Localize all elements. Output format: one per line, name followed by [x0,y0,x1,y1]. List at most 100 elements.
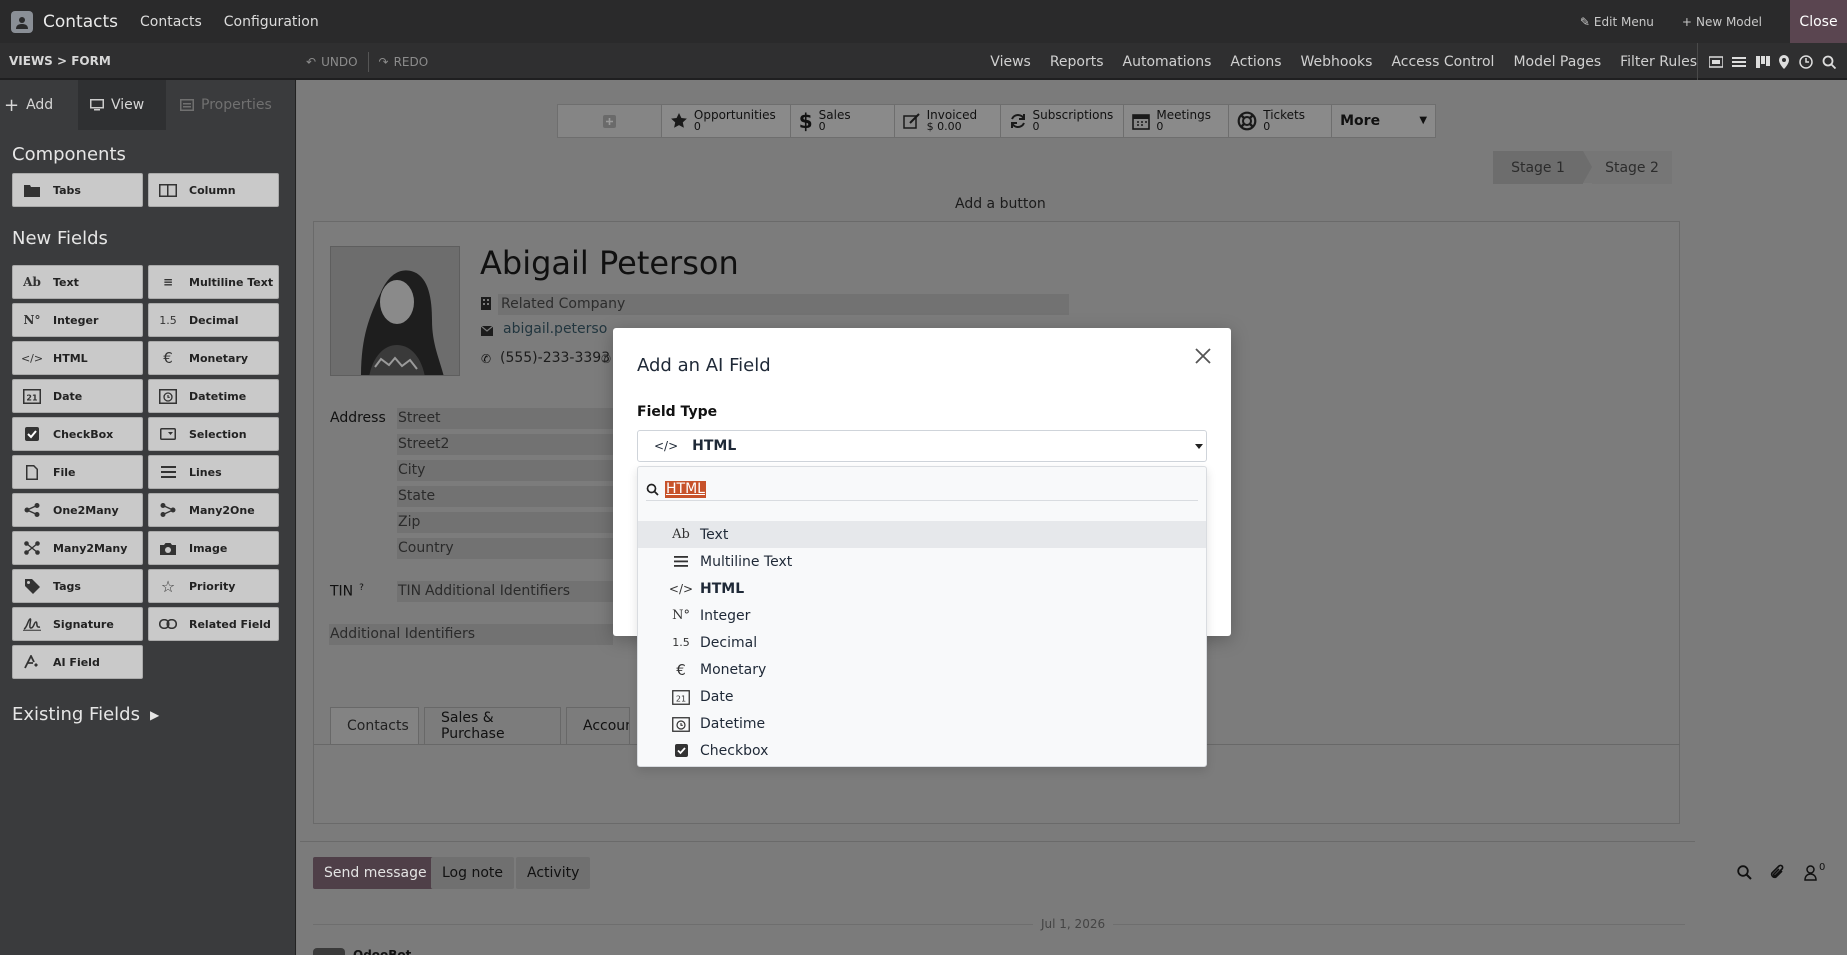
field-date[interactable]: 21 Date [12,379,143,413]
close-icon[interactable] [1193,346,1213,366]
kanban-view-icon[interactable] [1755,55,1770,68]
refresh-icon [1009,112,1027,130]
integer-icon: N° [23,313,41,327]
tab-automations[interactable]: Automations [1123,54,1212,70]
sidebar-tab-view[interactable]: View [78,80,166,130]
app-logo-icon[interactable] [11,10,33,33]
activity-view-icon[interactable] [1799,54,1813,69]
paperclip-icon[interactable] [1770,864,1785,881]
log-note-button[interactable]: Log note [431,857,514,889]
list-view-icon[interactable] [1732,56,1747,68]
field-selection[interactable]: Selection [148,417,279,451]
field-file[interactable]: File [12,455,143,489]
field-type-select[interactable]: </> HTML [637,430,1207,462]
component-tabs[interactable]: Tabs [12,173,143,207]
option-decimal[interactable]: 1.5 Decimal [638,629,1206,656]
redo-button[interactable]: REDO [394,55,429,69]
add-button-link[interactable]: Add a button [955,196,1046,212]
zip-field[interactable] [397,512,613,533]
menu-configuration[interactable]: Configuration [224,14,319,30]
option-date[interactable]: 21 Date [638,683,1206,710]
tab-contacts[interactable]: Contacts [330,707,419,744]
form-view-icon[interactable] [1708,55,1723,68]
stat-opportunities[interactable]: Opportunities 0 [662,105,791,137]
option-checkbox[interactable]: Checkbox [638,737,1206,764]
tab-access-control[interactable]: Access Control [1391,54,1494,70]
tin-label: TIN? [330,583,364,600]
field-html[interactable]: </> HTML [12,341,143,375]
stat-invoiced[interactable]: Invoiced $ 0.00 [895,105,1001,137]
component-column[interactable]: Column [148,173,279,207]
phone-icon: ✆ [481,352,492,366]
activity-button[interactable]: Activity [516,857,591,889]
field-multiline-text[interactable]: ≡ Multiline Text [148,265,279,299]
text-icon: Ab [672,527,690,542]
tab-model-pages[interactable]: Model Pages [1513,54,1601,70]
existing-fields-toggle[interactable]: Existing Fields ▶ [12,704,159,725]
address-label: Address [330,410,386,426]
field-one2many[interactable]: One2Many [12,493,143,527]
tab-webhooks[interactable]: Webhooks [1301,54,1373,70]
tab-sales-purchase[interactable]: Sales & Purchase [424,707,561,744]
tab-accounting[interactable]: Accounting [566,707,630,744]
send-message-button[interactable]: Send message [313,857,438,889]
tab-views[interactable]: Views [990,54,1031,70]
menu-contacts[interactable]: Contacts [140,14,202,30]
app-title[interactable]: Contacts [43,12,118,32]
caret-right-icon: ▶ [149,707,160,722]
close-studio-button[interactable]: Close [1790,0,1847,43]
field-decimal[interactable]: 1.5 Decimal [148,303,279,337]
tooltip-hint[interactable]: ? [359,583,364,593]
search-icon[interactable] [1737,865,1752,880]
field-datetime[interactable]: Datetime [148,379,279,413]
stat-sales[interactable]: $ Sales 0 [791,105,895,137]
breadcrumb[interactable]: VIEWS > FORM [9,54,111,68]
field-monetary[interactable]: € Monetary [148,341,279,375]
field-priority[interactable]: ☆ Priority [148,569,279,603]
field-image[interactable]: Image [148,531,279,565]
field-ai-field[interactable]: AI Field [12,645,143,679]
record-name[interactable]: Abigail Peterson [480,244,739,282]
option-multiline-text[interactable]: Multiline Text [638,548,1206,575]
add-stat-button[interactable] [558,105,662,137]
edit-menu-button[interactable]: ✎ Edit Menu [1580,15,1654,29]
tab-reports[interactable]: Reports [1050,54,1104,70]
map-view-icon[interactable] [1779,54,1790,69]
dollar-icon: $ [798,109,813,133]
avatar[interactable] [330,246,460,376]
new-model-button[interactable]: + New Model [1682,15,1762,29]
field-tags[interactable]: Tags [12,569,143,603]
email-field[interactable]: abigail.peterson39@example.com [503,321,608,341]
field-text[interactable]: Ab Text [12,265,143,299]
option-text[interactable]: Ab Text [638,521,1206,548]
field-many2many[interactable]: Many2Many [12,531,143,565]
tab-actions[interactable]: Actions [1230,54,1281,70]
option-datetime[interactable]: Datetime [638,710,1206,737]
phone-value[interactable]: (555)-233-3393 [500,350,610,366]
stat-meetings[interactable]: Meetings 0 [1124,105,1230,137]
field-signature[interactable]: Signature [12,607,143,641]
option-integer[interactable]: N° Integer [638,602,1206,629]
field-many2one[interactable]: Many2One [148,493,279,527]
followers-button[interactable]: 0 [1804,862,1825,881]
field-integer[interactable]: N° Integer [12,303,143,337]
stage-1[interactable]: Stage 1 [1493,151,1583,184]
dropdown-search-input[interactable]: HTML [646,479,1198,501]
undo-button[interactable]: UNDO [321,55,357,69]
option-html[interactable]: </> HTML [638,575,1206,602]
option-monetary[interactable]: € Monetary [638,656,1206,683]
stat-subscriptions[interactable]: Subscriptions 0 [1001,105,1125,137]
field-lines[interactable]: Lines [148,455,279,489]
search-view-icon[interactable] [1822,55,1837,69]
folder-tab-icon [21,184,43,197]
ai-icon [21,655,43,669]
city-field[interactable] [397,460,613,481]
more-dropdown[interactable]: More ▼ [1332,105,1435,137]
field-checkbox[interactable]: CheckBox [12,417,143,451]
stage-2[interactable]: Stage 2 [1592,151,1672,184]
sidebar-tab-add[interactable]: + Add [0,80,78,130]
field-related-field[interactable]: Related Field [148,607,279,641]
tab-filter-rules[interactable]: Filter Rules [1620,54,1697,70]
stat-tickets[interactable]: Tickets 0 [1229,105,1333,137]
sidebar-tab-properties[interactable]: Properties [166,80,284,130]
